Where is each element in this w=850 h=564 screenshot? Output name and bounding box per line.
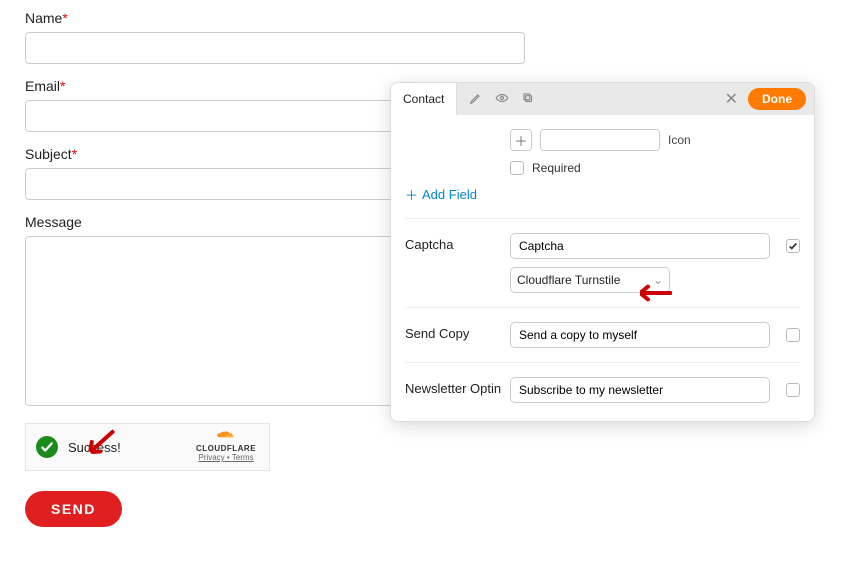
icon-add-button[interactable]: ＋ — [510, 129, 532, 151]
captcha-enable-checkbox[interactable] — [786, 239, 800, 253]
captcha-section-label: Captcha — [405, 233, 510, 252]
tab-contact[interactable]: Contact — [391, 83, 457, 115]
annotation-arrow-icon — [640, 282, 672, 307]
name-label: Name* — [25, 10, 520, 26]
newsletter-section-label: Newsletter Optin — [405, 377, 510, 396]
sendcopy-section-label: Send Copy — [405, 322, 510, 341]
pencil-icon[interactable] — [469, 91, 483, 108]
newsletter-enable-checkbox[interactable] — [786, 383, 800, 397]
close-icon[interactable]: ✕ — [715, 89, 748, 109]
sendcopy-enable-checkbox[interactable] — [786, 328, 800, 342]
name-input[interactable] — [25, 32, 525, 64]
privacy-link[interactable]: Privacy — [198, 453, 224, 462]
send-button[interactable]: SEND — [25, 491, 122, 527]
copy-icon[interactable] — [521, 91, 535, 108]
turnstile-widget: Success! CLOUDFLARE Privacy • Terms — [25, 423, 270, 471]
newsletter-label-input[interactable] — [510, 377, 770, 403]
terms-link[interactable]: Terms — [232, 453, 254, 462]
settings-panel: Contact ✕ Done ＋ Icon Required ＋Add Fiel… — [390, 82, 815, 422]
cloudflare-brand: CLOUDFLARE Privacy • Terms — [191, 428, 261, 462]
add-field-button[interactable]: ＋Add Field — [405, 185, 800, 204]
success-check-icon — [36, 436, 58, 458]
required-checkbox[interactable] — [510, 161, 524, 175]
icon-field-label: Icon — [668, 133, 691, 147]
eye-icon[interactable] — [495, 91, 509, 108]
done-button[interactable]: Done — [748, 88, 806, 110]
icon-slot[interactable] — [540, 129, 660, 151]
sendcopy-label-input[interactable] — [510, 322, 770, 348]
required-checkbox-label: Required — [532, 161, 581, 175]
captcha-label-input[interactable] — [510, 233, 770, 259]
